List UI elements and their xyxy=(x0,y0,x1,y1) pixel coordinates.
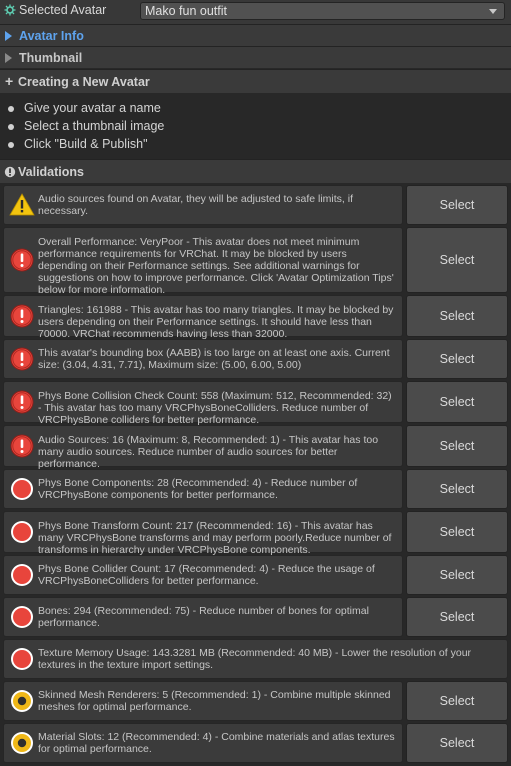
validation-item: Phys Bone Components: 28 (Recommended: 4… xyxy=(3,469,403,509)
select-button[interactable]: Select xyxy=(406,469,508,509)
validation-item: Phys Bone Transform Count: 217 (Recommen… xyxy=(3,511,403,556)
very-poor-rating-icon xyxy=(11,521,33,543)
select-button-label: Select xyxy=(439,736,475,750)
step-text: Click "Build & Publish" xyxy=(24,137,148,151)
error-icon xyxy=(10,434,34,458)
validation-message: Audio sources found on Avatar, they will… xyxy=(38,193,353,217)
foldout-label: Thumbnail xyxy=(19,51,83,65)
select-button-label: Select xyxy=(439,309,475,323)
validation-message: Skinned Mesh Renderers: 5 (Recommended: … xyxy=(38,689,391,713)
warning-icon xyxy=(9,193,35,216)
foldout-arrow-icon xyxy=(5,31,12,41)
validation-message: Phys Bone Transform Count: 217 (Recommen… xyxy=(38,520,392,556)
select-button[interactable]: Select xyxy=(406,723,508,763)
very-poor-rating-icon xyxy=(11,478,33,500)
validation-item: Triangles: 161988 - This avatar has too … xyxy=(3,295,403,340)
select-button-label: Select xyxy=(439,439,475,453)
select-button-label: Select xyxy=(439,352,475,366)
select-button[interactable]: Select xyxy=(406,597,508,637)
select-button[interactable]: Select xyxy=(406,425,508,467)
validation-message: Texture Memory Usage: 143.3281 MB (Recom… xyxy=(38,647,472,671)
select-button[interactable]: Select xyxy=(406,555,508,595)
validation-message: Bones: 294 (Recommended: 75) - Reduce nu… xyxy=(38,605,369,629)
foldout-label: Avatar Info xyxy=(19,29,84,43)
poor-rating-icon xyxy=(11,732,33,754)
select-button-label: Select xyxy=(439,395,475,409)
select-button-label: Select xyxy=(439,198,475,212)
validation-item: Texture Memory Usage: 143.3281 MB (Recom… xyxy=(3,639,508,679)
error-icon xyxy=(10,248,34,272)
very-poor-rating-icon xyxy=(11,564,33,586)
foldout-arrow-icon xyxy=(5,53,12,63)
select-button-label: Select xyxy=(439,610,475,624)
select-button-label: Select xyxy=(439,694,475,708)
bullet-icon xyxy=(8,124,14,130)
validation-item: Skinned Mesh Renderers: 5 (Recommended: … xyxy=(3,681,403,721)
select-button-label: Select xyxy=(439,253,475,267)
avatar-dropdown[interactable]: Mako fun outfit xyxy=(140,2,505,20)
validation-item: Overall Performance: VeryPoor - This ava… xyxy=(3,227,403,296)
select-button[interactable]: Select xyxy=(406,339,508,379)
avatar-dropdown-value: Mako fun outfit xyxy=(145,4,227,18)
select-button[interactable]: Select xyxy=(406,681,508,721)
chevron-down-icon xyxy=(489,9,497,14)
validation-icon xyxy=(4,166,16,178)
select-button-label: Select xyxy=(439,482,475,496)
validation-message: Audio Sources: 16 (Maximum: 8, Recommend… xyxy=(38,434,379,470)
bullet-icon xyxy=(8,106,14,112)
validations-header: Validations xyxy=(0,159,511,183)
validation-message: Phys Bone Collider Count: 17 (Recommende… xyxy=(38,563,375,587)
validation-item: Material Slots: 12 (Recommended: 4) - Co… xyxy=(3,723,403,763)
error-icon xyxy=(10,347,34,371)
step-text: Give your avatar a name xyxy=(24,101,161,115)
validation-item: Phys Bone Collision Check Count: 558 (Ma… xyxy=(3,381,403,426)
selected-avatar-row: Selected Avatar Mako fun outfit xyxy=(0,0,511,24)
validation-message: Material Slots: 12 (Recommended: 4) - Co… xyxy=(38,731,395,755)
validation-item: Audio sources found on Avatar, they will… xyxy=(3,185,403,225)
plus-icon: + xyxy=(5,73,14,89)
select-button[interactable]: Select xyxy=(406,295,508,337)
selected-avatar-label: Selected Avatar xyxy=(19,3,107,17)
bullet-icon xyxy=(8,142,14,148)
validation-message: Triangles: 161988 - This avatar has too … xyxy=(38,304,394,340)
validation-message: Phys Bone Collision Check Count: 558 (Ma… xyxy=(38,390,392,426)
select-button[interactable]: Select xyxy=(406,227,508,293)
validation-item: Bones: 294 (Recommended: 75) - Reduce nu… xyxy=(3,597,403,637)
select-button-label: Select xyxy=(439,568,475,582)
error-icon xyxy=(10,304,34,328)
very-poor-rating-icon xyxy=(11,606,33,628)
validation-message: This avatar's bounding box (AABB) is too… xyxy=(38,347,390,371)
step-text: Select a thumbnail image xyxy=(24,119,165,133)
steps-list: Give your avatar a name Select a thumbna… xyxy=(0,96,511,156)
creating-new-avatar-header: + Creating a New Avatar xyxy=(0,69,511,93)
validation-item: Audio Sources: 16 (Maximum: 8, Recommend… xyxy=(3,425,403,470)
select-button[interactable]: Select xyxy=(406,511,508,553)
select-button[interactable]: Select xyxy=(406,381,508,423)
validation-message: Phys Bone Components: 28 (Recommended: 4… xyxy=(38,477,358,501)
poor-rating-icon xyxy=(11,690,33,712)
error-icon xyxy=(10,390,34,414)
foldout-avatar-info[interactable]: Avatar Info xyxy=(0,24,511,46)
select-button-label: Select xyxy=(439,525,475,539)
foldout-thumbnail[interactable]: Thumbnail xyxy=(0,46,511,68)
section-title: Validations xyxy=(18,165,84,179)
validation-message: Overall Performance: VeryPoor - This ava… xyxy=(38,236,394,296)
very-poor-rating-icon xyxy=(11,648,33,670)
validation-item: Phys Bone Collider Count: 17 (Recommende… xyxy=(3,555,403,595)
section-title: Creating a New Avatar xyxy=(18,75,150,89)
validation-item: This avatar's bounding box (AABB) is too… xyxy=(3,339,403,379)
avatar-settings-icon xyxy=(4,4,16,16)
select-button[interactable]: Select xyxy=(406,185,508,225)
